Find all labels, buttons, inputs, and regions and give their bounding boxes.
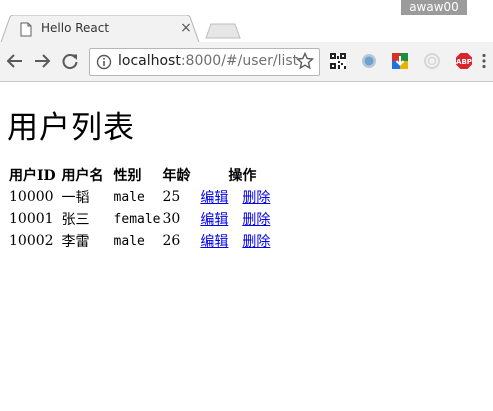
- cell-name: 张三: [61, 212, 90, 228]
- download-extension-icon[interactable]: [391, 52, 409, 70]
- cell-age: 25: [162, 189, 181, 205]
- edit-link[interactable]: 编辑: [200, 190, 228, 206]
- cell-name: 李雷: [61, 234, 90, 250]
- page-title: 用户列表: [7, 110, 135, 146]
- page-icon: [20, 22, 32, 37]
- reload-icon[interactable]: [61, 52, 79, 70]
- tab-title: Hello React: [41, 21, 110, 35]
- cell-gender: female: [113, 211, 161, 227]
- cell-age: 26: [162, 233, 181, 249]
- cell-id: 10001: [9, 211, 54, 227]
- table-row: 10001 张三 female 30 编辑 删除: [9, 209, 284, 229]
- cell-name: 一韬: [61, 190, 90, 206]
- new-tab-button[interactable]: [205, 23, 241, 39]
- cell-actions: 编辑 删除: [200, 231, 284, 251]
- delete-link[interactable]: 删除: [242, 190, 270, 206]
- column-header-name: 用户名: [61, 168, 104, 184]
- back-icon[interactable]: [6, 52, 24, 70]
- delete-link[interactable]: 删除: [242, 212, 270, 228]
- clock-extension-icon[interactable]: [423, 52, 441, 70]
- adblock-plus-icon[interactable]: ABP: [455, 52, 473, 70]
- cell-id: 10002: [9, 233, 54, 249]
- user-table: 用户ID 用户名 性别 年龄 操作 10000 一韬 male 25 编辑 删除 …: [7, 163, 286, 253]
- cell-age: 30: [162, 211, 181, 227]
- cell-id: 10000: [9, 189, 54, 205]
- url-host: localhost: [118, 53, 181, 69]
- delete-link[interactable]: 删除: [242, 234, 270, 250]
- column-header-actions: 操作: [228, 168, 257, 184]
- tab-strip: Hello React × awaw00: [0, 0, 493, 45]
- info-icon[interactable]: [96, 54, 112, 70]
- url-text[interactable]: localhost:8000/#/user/list: [118, 53, 298, 69]
- column-header-id: 用户ID: [9, 168, 56, 184]
- table-row: 10002 李雷 male 26 编辑 删除: [9, 231, 284, 251]
- qr-code-icon[interactable]: [329, 52, 347, 70]
- column-header-age: 年龄: [162, 168, 191, 184]
- edit-link[interactable]: 编辑: [200, 212, 228, 228]
- edit-link[interactable]: 编辑: [200, 234, 228, 250]
- url-path: :8000/#/user/list: [180, 53, 299, 69]
- forward-icon[interactable]: [33, 52, 51, 70]
- close-icon[interactable]: ×: [180, 20, 192, 36]
- svg-text:ABP: ABP: [456, 58, 472, 66]
- circle-extension-icon[interactable]: [360, 52, 378, 70]
- cell-gender: male: [113, 189, 145, 205]
- table-header-row: 用户ID 用户名 性别 年龄 操作: [9, 165, 284, 185]
- table-row: 10000 一韬 male 25 编辑 删除: [9, 187, 284, 207]
- star-icon[interactable]: [296, 52, 314, 70]
- column-header-gender: 性别: [113, 168, 142, 184]
- cell-actions: 编辑 删除: [200, 187, 284, 207]
- cell-actions: 编辑 删除: [200, 209, 284, 229]
- menu-icon[interactable]: [479, 52, 489, 70]
- profile-badge[interactable]: awaw00: [401, 0, 467, 15]
- cell-gender: male: [113, 233, 145, 249]
